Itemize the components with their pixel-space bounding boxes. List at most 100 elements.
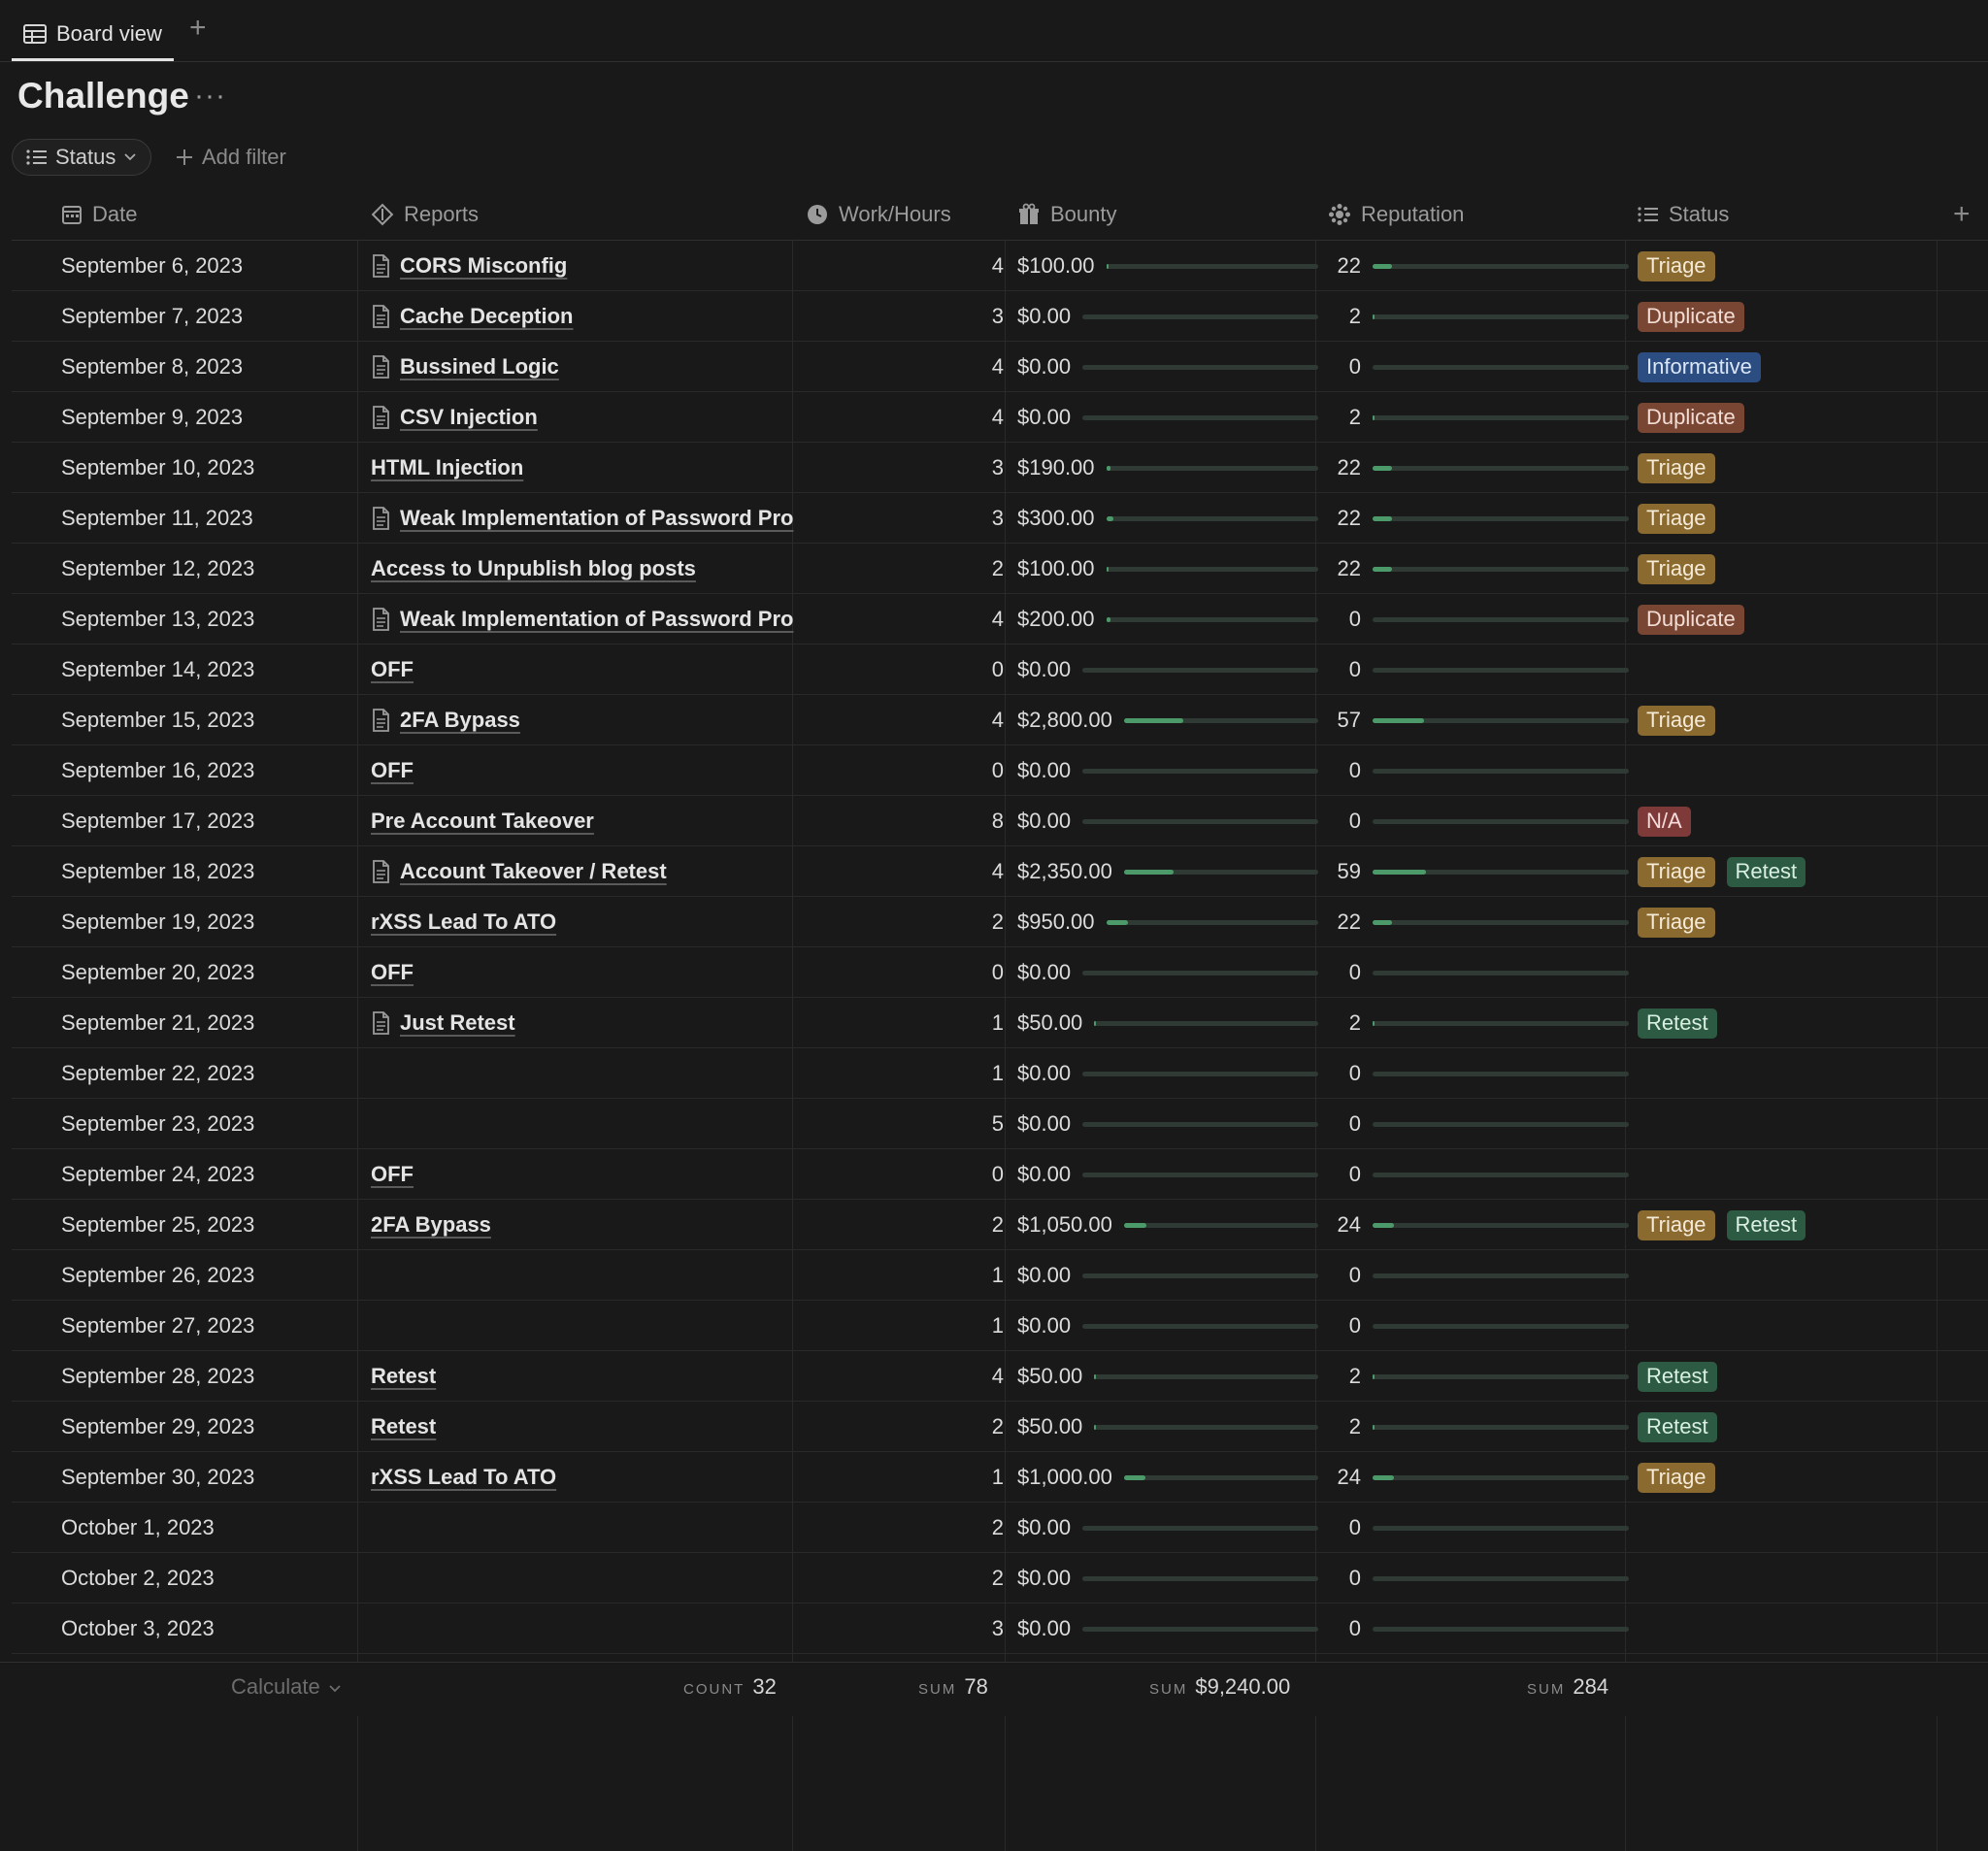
reputation-cell[interactable]: 2 xyxy=(1328,291,1629,342)
reputation-cell[interactable]: 0 xyxy=(1328,1099,1629,1149)
reputation-cell[interactable]: 0 xyxy=(1328,1603,1629,1654)
footer-count[interactable]: COUNT 32 xyxy=(683,1674,777,1700)
table-row[interactable]: September 17, 2023 Pre Account Takeover 8 … xyxy=(12,796,1988,846)
table-row[interactable]: October 2, 2023 2 $0.00 0 xyxy=(12,1553,1988,1603)
report-link[interactable]: Weak Implementation of Password Pro xyxy=(400,607,793,632)
reports-cell[interactable]: rXSS Lead To ATO xyxy=(371,1452,798,1503)
bounty-cell[interactable]: $0.00 xyxy=(1017,291,1318,342)
table-row[interactable]: September 6, 2023 CORS Misconfig 4 $100.00… xyxy=(12,241,1988,291)
bounty-cell[interactable]: $0.00 xyxy=(1017,1553,1318,1603)
reputation-cell[interactable]: 0 xyxy=(1328,947,1629,998)
hours-cell[interactable]: 3 xyxy=(806,493,1004,544)
hours-cell[interactable]: 1 xyxy=(806,1452,1004,1503)
status-cell[interactable]: Duplicate xyxy=(1638,291,1948,342)
hours-cell[interactable]: 1 xyxy=(806,1048,1004,1099)
add-property-button[interactable]: + xyxy=(1953,189,1971,240)
footer-reputation-sum[interactable]: SUM 284 xyxy=(1527,1674,1608,1700)
column-header-reports[interactable]: Reports xyxy=(371,189,479,240)
date-cell[interactable]: September 24, 2023 xyxy=(61,1149,362,1200)
hours-cell[interactable]: 3 xyxy=(806,1603,1004,1654)
hours-cell[interactable]: 3 xyxy=(806,291,1004,342)
table-row[interactable]: September 30, 2023 rXSS Lead To ATO 1 $1,0… xyxy=(12,1452,1988,1503)
bounty-cell[interactable]: $200.00 xyxy=(1017,594,1318,645)
column-header-hours[interactable]: Work/Hours xyxy=(806,189,951,240)
report-link[interactable]: Access to Unpublish blog posts xyxy=(371,556,696,581)
reports-cell[interactable] xyxy=(371,1301,798,1351)
reputation-cell[interactable]: 0 xyxy=(1328,1048,1629,1099)
status-cell[interactable] xyxy=(1638,1603,1948,1654)
table-row[interactable]: September 25, 2023 2FA Bypass 2 $1,050.00 … xyxy=(12,1200,1988,1250)
hours-cell[interactable]: 2 xyxy=(806,1402,1004,1452)
reputation-cell[interactable]: 0 xyxy=(1328,745,1629,796)
table-row[interactable]: September 12, 2023 Access to Unpublish bl… xyxy=(12,544,1988,594)
reports-cell[interactable]: Weak Implementation of Password Pro xyxy=(371,493,798,544)
reputation-cell[interactable]: 22 xyxy=(1328,544,1629,594)
date-cell[interactable]: September 8, 2023 xyxy=(61,342,362,392)
report-link[interactable]: rXSS Lead To ATO xyxy=(371,1465,556,1490)
hours-cell[interactable]: 4 xyxy=(806,846,1004,897)
bounty-cell[interactable]: $0.00 xyxy=(1017,796,1318,846)
date-cell[interactable]: September 7, 2023 xyxy=(61,291,362,342)
report-link[interactable]: OFF xyxy=(371,657,414,682)
reports-cell[interactable]: CORS Misconfig xyxy=(371,241,798,291)
status-cell[interactable]: Retest xyxy=(1638,998,1948,1048)
status-cell[interactable] xyxy=(1638,947,1948,998)
status-cell[interactable] xyxy=(1638,1250,1948,1301)
date-cell[interactable]: September 14, 2023 xyxy=(61,645,362,695)
date-cell[interactable]: September 18, 2023 xyxy=(61,846,362,897)
column-header-bounty[interactable]: Bounty xyxy=(1017,189,1117,240)
add-filter-button[interactable]: Add filter xyxy=(175,142,286,173)
bounty-cell[interactable]: $0.00 xyxy=(1017,1301,1318,1351)
table-row[interactable]: September 27, 2023 1 $0.00 0 xyxy=(12,1301,1988,1351)
table-row[interactable]: October 1, 2023 2 $0.00 0 xyxy=(12,1503,1988,1553)
report-link[interactable]: Pre Account Takeover xyxy=(371,809,594,834)
reports-cell[interactable] xyxy=(371,1603,798,1654)
date-cell[interactable]: October 1, 2023 xyxy=(61,1503,362,1553)
table-row[interactable]: September 26, 2023 1 $0.00 0 xyxy=(12,1250,1988,1301)
bounty-cell[interactable]: $0.00 xyxy=(1017,1149,1318,1200)
reputation-cell[interactable]: 0 xyxy=(1328,1553,1629,1603)
date-cell[interactable]: September 13, 2023 xyxy=(61,594,362,645)
reputation-cell[interactable]: 0 xyxy=(1328,645,1629,695)
report-link[interactable]: Account Takeover / Retest xyxy=(400,859,667,884)
date-cell[interactable]: September 11, 2023 xyxy=(61,493,362,544)
bounty-cell[interactable]: $0.00 xyxy=(1017,645,1318,695)
hours-cell[interactable]: 0 xyxy=(806,947,1004,998)
hours-cell[interactable]: 2 xyxy=(806,897,1004,947)
status-cell[interactable] xyxy=(1638,1553,1948,1603)
status-cell[interactable]: Triage xyxy=(1638,493,1948,544)
table-row[interactable]: September 7, 2023 Cache Deception 3 $0.00 … xyxy=(12,291,1988,342)
bounty-cell[interactable]: $0.00 xyxy=(1017,342,1318,392)
hours-cell[interactable]: 2 xyxy=(806,1200,1004,1250)
hours-cell[interactable]: 0 xyxy=(806,1149,1004,1200)
reputation-cell[interactable]: 0 xyxy=(1328,796,1629,846)
more-options-button[interactable]: ··· xyxy=(194,80,226,113)
bounty-cell[interactable]: $2,800.00 xyxy=(1017,695,1318,745)
table-row[interactable]: September 24, 2023 OFF 0 $0.00 0 xyxy=(12,1149,1988,1200)
date-cell[interactable]: October 2, 2023 xyxy=(61,1553,362,1603)
reports-cell[interactable]: OFF xyxy=(371,745,798,796)
report-link[interactable]: CSV Injection xyxy=(400,405,538,430)
report-link[interactable]: Weak Implementation of Password Pro xyxy=(400,506,793,531)
bounty-cell[interactable]: $50.00 xyxy=(1017,998,1318,1048)
reports-cell[interactable] xyxy=(371,1250,798,1301)
hours-cell[interactable]: 4 xyxy=(806,392,1004,443)
report-link[interactable]: Retest xyxy=(371,1364,436,1389)
status-cell[interactable]: Triage xyxy=(1638,695,1948,745)
column-header-date[interactable]: Date xyxy=(61,189,137,240)
date-cell[interactable]: September 27, 2023 xyxy=(61,1301,362,1351)
table-row[interactable]: September 28, 2023 Retest 4 $50.00 2 Retes… xyxy=(12,1351,1988,1402)
table-row[interactable]: September 23, 2023 5 $0.00 0 xyxy=(12,1099,1988,1149)
status-cell[interactable] xyxy=(1638,1503,1948,1553)
date-cell[interactable]: September 17, 2023 xyxy=(61,796,362,846)
date-cell[interactable]: September 20, 2023 xyxy=(61,947,362,998)
reports-cell[interactable]: CSV Injection xyxy=(371,392,798,443)
date-cell[interactable]: September 28, 2023 xyxy=(61,1351,362,1402)
reports-cell[interactable]: OFF xyxy=(371,947,798,998)
table-row[interactable]: September 10, 2023 HTML Injection 3 $190.0… xyxy=(12,443,1988,493)
hours-cell[interactable]: 0 xyxy=(806,645,1004,695)
hours-cell[interactable]: 1 xyxy=(806,1250,1004,1301)
date-cell[interactable]: September 22, 2023 xyxy=(61,1048,362,1099)
table-row[interactable]: September 16, 2023 OFF 0 $0.00 0 xyxy=(12,745,1988,796)
bounty-cell[interactable]: $1,050.00 xyxy=(1017,1200,1318,1250)
